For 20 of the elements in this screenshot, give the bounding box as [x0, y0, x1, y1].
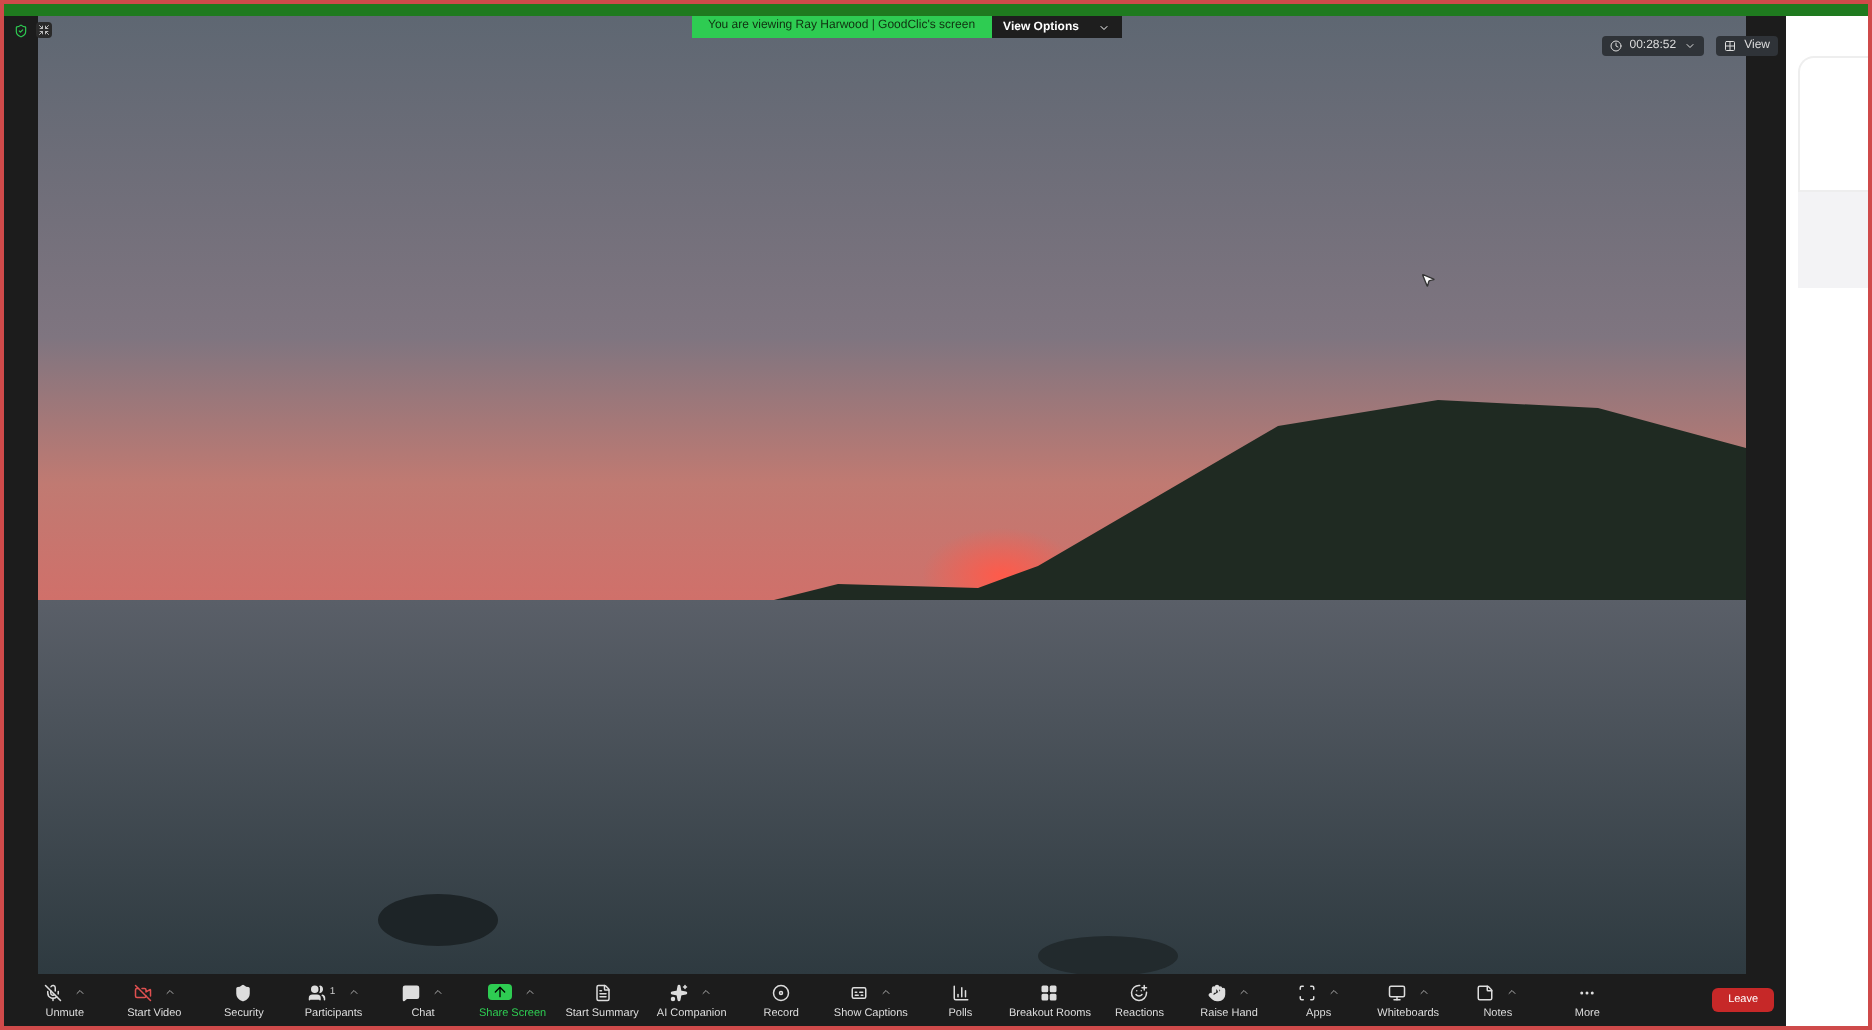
caret-icon[interactable]	[347, 986, 360, 998]
grid-icon	[1724, 40, 1737, 52]
caret-icon[interactable]	[1506, 986, 1519, 998]
caret-icon[interactable]	[432, 986, 445, 998]
rock	[378, 894, 498, 946]
caret-icon	[1684, 40, 1697, 52]
rock	[1038, 936, 1178, 974]
caret-icon[interactable]	[1327, 986, 1340, 998]
caret-icon[interactable]	[524, 986, 537, 998]
shield-check-icon[interactable]	[12, 22, 30, 40]
caret-icon[interactable]	[1238, 986, 1251, 998]
caret-icon[interactable]	[879, 986, 892, 998]
shrink-icon[interactable]	[36, 22, 52, 38]
cursor-icon	[1420, 272, 1436, 288]
caret-icon[interactable]	[73, 986, 86, 998]
caret-icon	[1098, 21, 1111, 33]
clock-icon	[1609, 40, 1622, 52]
caret-icon[interactable]	[163, 986, 176, 998]
caret-icon[interactable]	[1417, 986, 1430, 998]
caret-icon[interactable]	[700, 986, 713, 998]
